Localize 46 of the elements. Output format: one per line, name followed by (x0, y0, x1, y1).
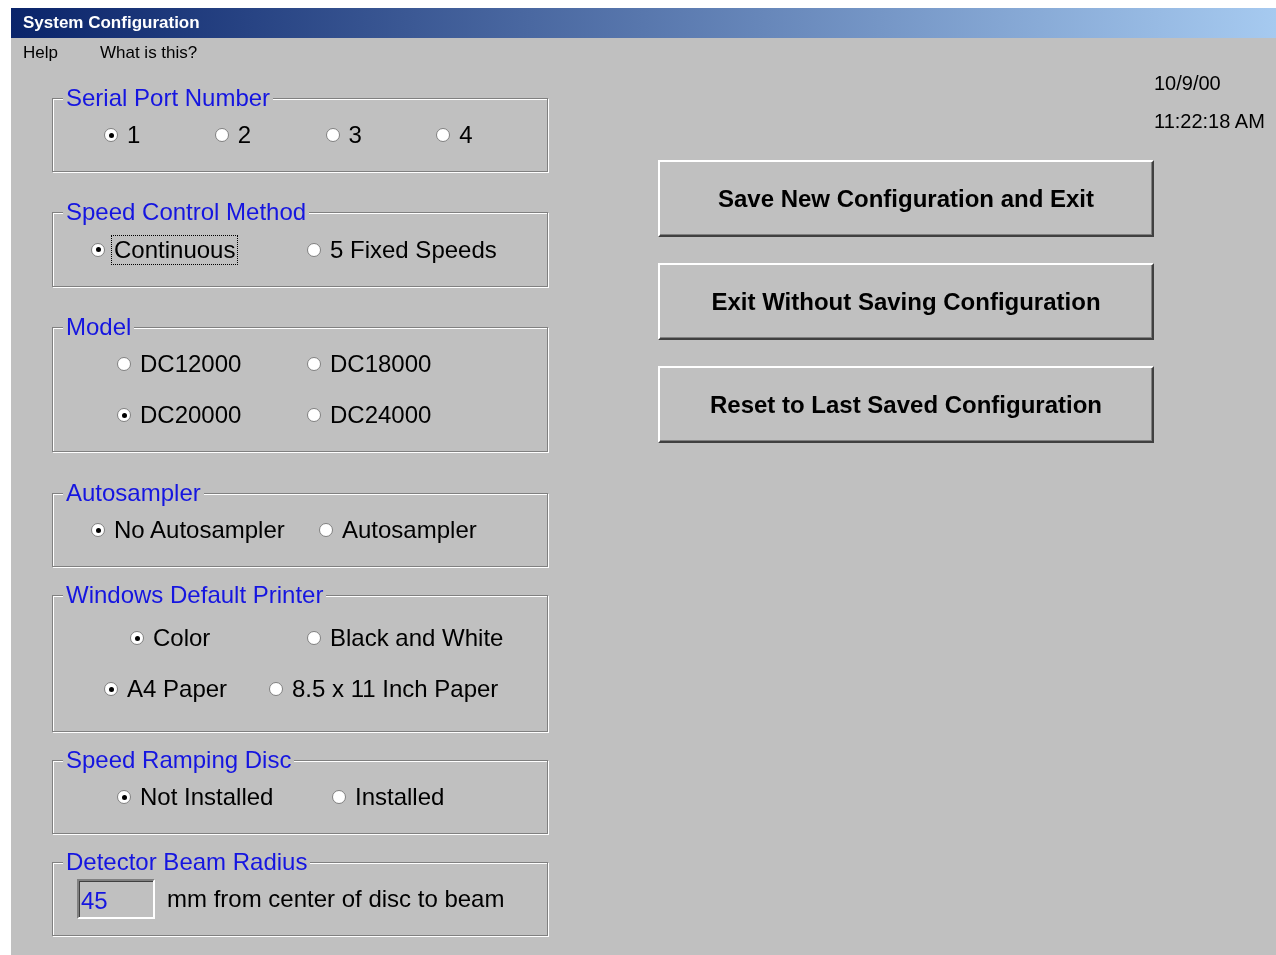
radio-label[interactable]: Not Installed (137, 782, 277, 812)
radio-button[interactable] (130, 631, 144, 645)
radio-button[interactable] (117, 357, 131, 371)
date-label: 10/9/00 (1154, 72, 1222, 94)
command-button[interactable]: Exit Without Saving Configuration (658, 263, 1154, 340)
radio-label[interactable]: DC20000 (137, 400, 245, 430)
radio-label[interactable]: Color (150, 623, 214, 653)
radio-label[interactable]: 3 (345, 120, 365, 150)
radio-button[interactable] (319, 523, 333, 537)
radio-button[interactable] (91, 242, 105, 257)
command-button[interactable]: Save New Configuration and Exit (658, 160, 1154, 237)
radio-label[interactable]: No Autosampler (111, 515, 288, 545)
radio-button[interactable] (436, 128, 451, 142)
field-caption: mm from center of disc to beam (167, 885, 505, 913)
radio-label[interactable]: DC12000 (137, 349, 245, 379)
radio-button[interactable] (307, 242, 321, 257)
radio-label[interactable]: Continuous (111, 234, 239, 265)
time-label: 11:22:18 AM (1154, 110, 1265, 132)
radio-label[interactable]: 5 Fixed Speeds (327, 234, 500, 265)
radio-button[interactable] (307, 631, 321, 645)
radio-button[interactable] (307, 408, 321, 422)
radio-button[interactable] (91, 523, 105, 537)
radio-label[interactable]: DC18000 (327, 349, 435, 379)
command-button[interactable]: Reset to Last Saved Configuration (658, 366, 1154, 443)
radio-button[interactable] (117, 408, 131, 422)
radio-button[interactable] (104, 682, 118, 696)
radio-label[interactable]: 8.5 x 11 Inch Paper (289, 674, 502, 704)
radio-button[interactable] (325, 128, 340, 142)
radio-button[interactable] (214, 128, 229, 142)
radio-button[interactable] (307, 357, 321, 371)
window-title: System Configuration (23, 13, 200, 33)
radio-label[interactable]: Black and White (327, 623, 507, 653)
radio-label[interactable]: Autosampler (339, 515, 480, 545)
radio-button[interactable] (269, 682, 283, 696)
radio-button[interactable] (117, 790, 131, 804)
radio-button[interactable] (332, 790, 346, 804)
radio-button[interactable] (104, 128, 118, 142)
menu-item[interactable]: What is this? (99, 43, 198, 63)
radio-label[interactable]: 2 (234, 120, 255, 150)
menu-item[interactable]: Help (23, 43, 58, 63)
radio-label[interactable]: A4 Paper (124, 674, 231, 704)
radio-label[interactable]: 1 (124, 120, 144, 150)
radio-label[interactable]: 4 (456, 120, 476, 150)
radius-field[interactable]: 45 (77, 879, 155, 919)
radio-label[interactable]: DC24000 (327, 400, 435, 430)
radio-label[interactable]: Installed (352, 782, 448, 812)
